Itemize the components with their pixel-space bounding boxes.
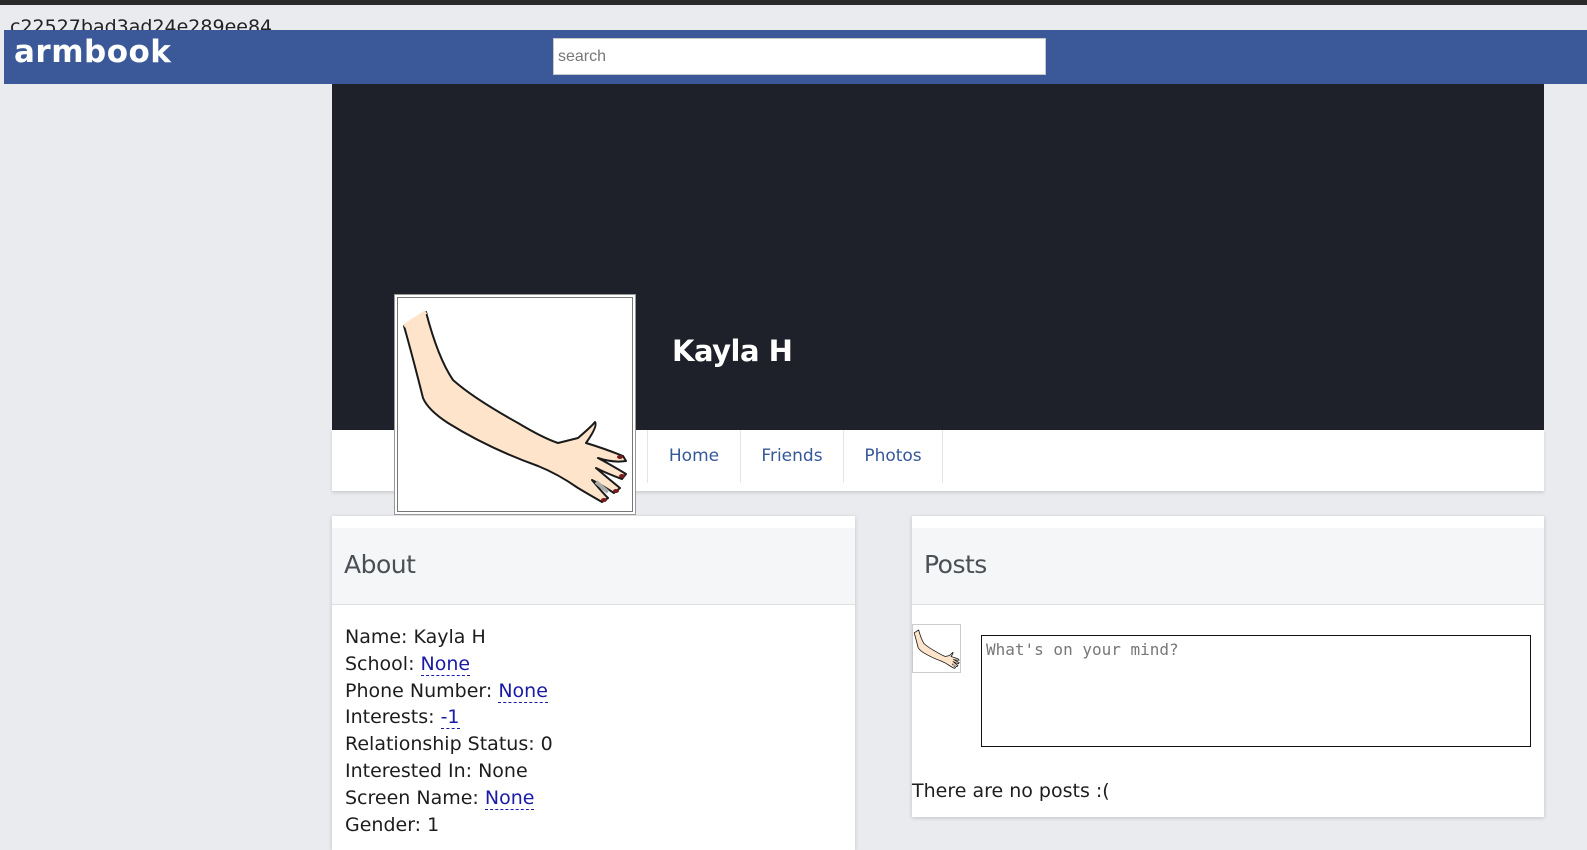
posts-header: Posts [912, 528, 1544, 605]
about-interested-in-value: None [478, 759, 528, 782]
posts-panel: Posts There are no posts :( [912, 516, 1544, 817]
about-fields: Name: Kayla H School: None Phone Number:… [345, 624, 553, 838]
about-phone-value[interactable]: None [498, 679, 548, 703]
page-hash-text: c22527bad3ad24e289ee84 [10, 16, 273, 30]
about-name-row: Name: Kayla H [345, 626, 486, 648]
arm-illustration-icon [402, 310, 627, 503]
tab-home[interactable]: Home [647, 430, 741, 483]
about-gender-row: Gender: 1 [345, 813, 440, 836]
about-school-value[interactable]: None [420, 652, 471, 676]
about-interests-row: Interests: -1 [345, 706, 460, 730]
top-navbar: armbook [4, 30, 1587, 84]
arm-illustration-icon [913, 629, 960, 669]
about-interests-value[interactable]: -1 [440, 706, 460, 730]
no-posts-message: There are no posts :( [912, 780, 1110, 802]
about-relationship-value: 0 [540, 733, 553, 756]
composer-avatar [912, 624, 961, 673]
post-composer-input[interactable] [981, 635, 1531, 747]
about-screen-name-value[interactable]: None [484, 786, 535, 810]
about-title: About [344, 550, 416, 579]
about-name-value: Kayla H [413, 626, 486, 648]
posts-title: Posts [924, 550, 987, 579]
tab-friends[interactable]: Friends [741, 430, 844, 483]
about-panel: About Name: Kayla H School: None Phone N… [332, 516, 855, 850]
about-relationship-row: Relationship Status: 0 [345, 733, 553, 756]
tab-photos[interactable]: Photos [844, 430, 943, 483]
about-school-row: School: None [345, 652, 471, 676]
profile-avatar[interactable] [394, 294, 636, 515]
about-phone-row: Phone Number: None [345, 679, 548, 703]
about-interested-in-row: Interested In: None [345, 759, 528, 782]
profile-name: Kayla H [672, 334, 793, 368]
search-input[interactable] [553, 38, 1046, 75]
about-header: About [332, 528, 855, 605]
armbook-logo[interactable]: armbook [14, 34, 171, 70]
about-gender-value: 1 [427, 813, 440, 836]
about-screen-name-row: Screen Name: None [345, 786, 535, 810]
window-top-border [0, 0, 1587, 5]
